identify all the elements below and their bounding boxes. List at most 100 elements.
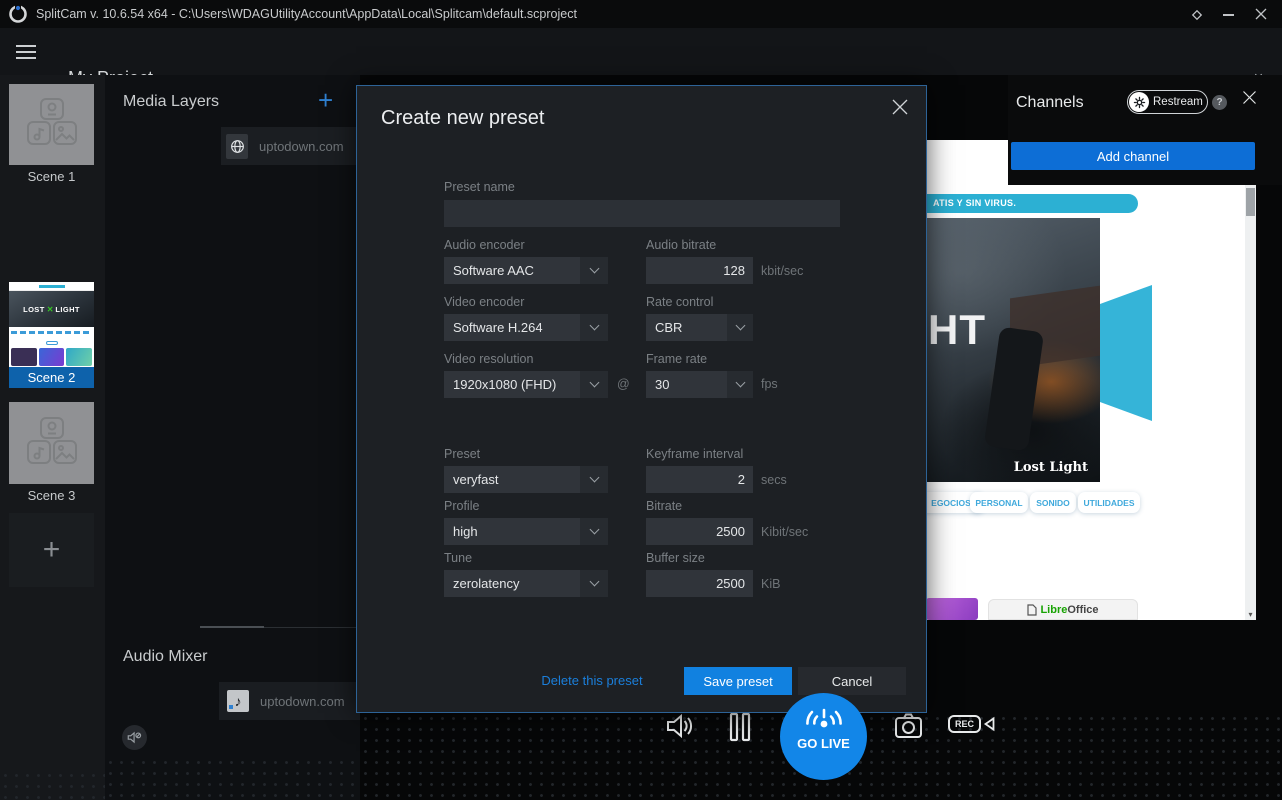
preset-name-input[interactable] [444,200,840,227]
rate-control-select[interactable]: CBR [646,314,753,341]
frame-rate-unit: fps [761,377,778,391]
buffer-size-input[interactable]: 2500 [646,570,753,597]
splitcam-logo-icon [8,4,28,24]
scene-3-label[interactable]: Scene 3 [0,488,103,503]
libreoffice-office: Office [1067,604,1098,616]
pause-icon[interactable] [729,712,751,742]
scene-1-thumbnail[interactable] [9,84,94,165]
dotted-background [0,770,105,800]
window-title: SplitCam v. 10.6.54 x64 - C:\Users\WDAGU… [36,7,577,21]
app-thumbnail[interactable] [926,598,978,620]
add-layer-button[interactable]: + [318,85,333,116]
hero-caption: Lost Light [1014,460,1088,475]
thumb-nav-strip [9,327,94,338]
minimize-button[interactable] [1223,14,1234,16]
layer-name: uptodown.com [259,139,365,154]
audio-mixer-title: Audio Mixer [123,648,207,666]
audio-bitrate-label: Audio bitrate [646,238,716,252]
libreoffice-card[interactable]: LibreOffice [988,599,1138,620]
speaker-icon[interactable] [665,711,695,741]
create-preset-dialog: Create new preset Preset name Audio enco… [356,85,927,713]
scroll-down-arrow[interactable]: ▾ [1245,610,1256,619]
audio-bitrate-input[interactable]: 128 [646,257,753,284]
mute-button[interactable] [122,725,147,750]
dialog-title: Create new preset [381,107,544,130]
add-channel-button[interactable]: Add channel [1011,142,1255,170]
preset-select[interactable]: veryfast [444,466,608,493]
chevron-down-icon [580,314,608,341]
scene-placeholder-icon [24,417,80,467]
scrollbar-thumb[interactable] [1246,188,1255,216]
thumb-hero-word2: LIGHT [55,305,80,314]
browser-preview: ATIS Y SIN VIRUS. HT Lost Light EGOCIOS … [926,140,1256,620]
hamburger-menu-icon[interactable] [16,45,36,59]
plus-icon: + [43,533,61,567]
app-header: My Project STREAM SETTINGS [0,28,1282,75]
video-encoder-select[interactable]: Software H.264 [444,314,608,341]
libreoffice-libre: Libre [1040,604,1067,616]
go-live-label: GO LIVE [797,736,850,751]
hero-soldier-silhouette [984,326,1044,451]
close-channels-button[interactable] [1242,90,1257,105]
category-chip[interactable]: UTILIDADES [1078,492,1140,513]
record-button[interactable]: REC [948,715,995,733]
restream-button[interactable]: Restream [1127,90,1208,114]
profile-select[interactable]: high [444,518,608,545]
keyframe-interval-input[interactable]: 2 [646,466,753,493]
resize-grip[interactable] [200,626,264,628]
audio-encoder-select[interactable]: Software AAC [444,257,608,284]
chevron-down-icon [580,257,608,284]
restream-gear-badge [1129,92,1149,112]
site-banner: ATIS Y SIN VIRUS. [926,194,1138,213]
preset-label: Preset [444,447,480,461]
buffer-size-label: Buffer size [646,551,705,565]
frame-rate-select[interactable]: 30 [646,371,753,398]
preset-name-label: Preset name [444,180,515,194]
lost-light-logo-icon: ✕ [47,305,54,314]
cancel-button[interactable]: Cancel [798,667,906,695]
scene-2-label[interactable]: Scene 2 [9,367,94,388]
channels-title: Channels [1016,94,1084,112]
thumb-site-header [9,282,94,291]
chevron-down-icon [580,466,608,493]
go-live-button[interactable]: GO LIVE [780,693,867,780]
page-scrollbar[interactable]: ▾ [1245,185,1256,620]
help-button[interactable]: ? [1212,95,1227,110]
rec-badge: REC [948,715,981,733]
scene-3-thumbnail[interactable] [9,402,94,484]
thumb-hero-word1: LOST [23,305,45,314]
save-preset-button[interactable]: Save preset [684,667,792,695]
thumb-tiles [9,347,94,367]
bitrate-unit: Kibit/sec [761,525,808,539]
dotted-background [105,757,360,800]
chevron-down-icon [727,371,753,398]
tune-select[interactable]: zerolatency [444,570,608,597]
cyan-ribbon [1100,285,1152,421]
camera-snapshot-button[interactable] [894,711,923,740]
splitcam-window: SplitCam v. 10.6.54 x64 - C:\Users\WDAGU… [0,0,1282,800]
category-chip[interactable]: PERSONAL [970,492,1028,513]
add-scene-button[interactable]: + [9,513,94,587]
pin-icon[interactable] [1191,9,1203,21]
hero-title-fragment: HT [928,306,986,354]
restream-label: Restream [1153,96,1203,108]
chevron-down-icon [580,518,608,545]
bitrate-label: Bitrate [646,499,682,513]
category-chip[interactable]: SONIDO [1030,492,1076,513]
bitrate-input[interactable]: 2500 [646,518,753,545]
video-encoder-label: Video encoder [444,295,524,309]
close-window-button[interactable] [1255,8,1267,20]
tune-label: Tune [444,551,472,565]
document-icon [1027,604,1037,616]
video-resolution-select[interactable]: 1920x1080 (FHD) [444,371,608,398]
delete-preset-link[interactable]: Delete this preset [492,673,692,688]
music-note-icon: ♪ [235,694,242,708]
media-layers-panel: Media Layers + uptodown.com ⋯ [105,75,360,800]
scene-1-label[interactable]: Scene 1 [0,169,103,184]
audio-encoder-label: Audio encoder [444,238,525,252]
scene-2-thumbnail[interactable]: LOST ✕ LIGHT [9,282,94,367]
close-dialog-button[interactable] [891,98,909,116]
speaker-muted-icon [127,731,142,744]
broadcast-icon [801,700,847,734]
buffer-size-unit: KiB [761,577,780,591]
